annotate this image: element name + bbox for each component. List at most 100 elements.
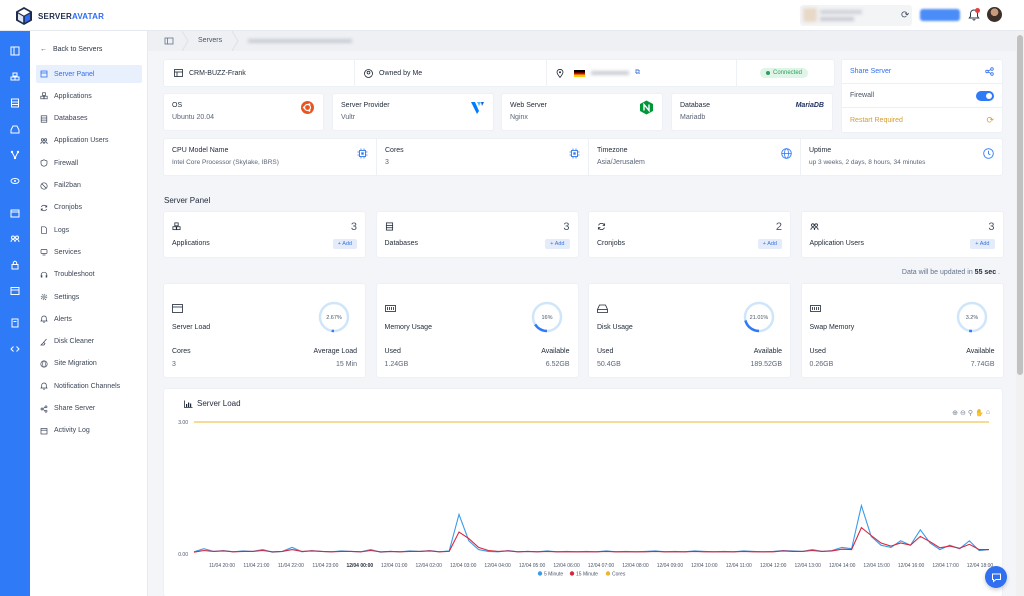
add-button[interactable]: + Add: [970, 239, 995, 249]
x-tick-label: 12/04 12:00: [760, 563, 787, 569]
sidebar-item-applications[interactable]: Applications: [36, 87, 142, 105]
sidebar: ← Back to Servers Server Panel Applicatio…: [30, 31, 148, 596]
sidebar-item-label: Notification Channels: [54, 382, 121, 390]
rail-storage-icon[interactable]: [8, 122, 22, 136]
top-bar: SERVERAVATAR ⟳: [0, 0, 1024, 31]
rail-billing-icon[interactable]: [8, 284, 22, 298]
panel-label: Applications: [172, 240, 210, 247]
ban-icon: [40, 181, 48, 190]
cores-chip-icon: [569, 148, 580, 159]
add-button[interactable]: + Add: [332, 239, 357, 249]
sidebar-toggle-icon[interactable]: [164, 36, 174, 46]
account-switcher[interactable]: [800, 5, 912, 26]
avatar[interactable]: [987, 7, 1002, 22]
breadcrumb-servers[interactable]: Servers: [198, 37, 222, 44]
sidebar-item-application-users[interactable]: Application Users: [36, 132, 142, 150]
metric-title: Swap Memory: [809, 324, 855, 331]
rail-dashboard-icon[interactable]: [8, 44, 22, 58]
panel-card-applications[interactable]: 3 Applications + Add: [164, 212, 365, 257]
panel-card-databases[interactable]: 3 Databases + Add: [376, 212, 578, 257]
cpu-label: CPU Model Name: [172, 147, 229, 154]
sidebar-item-firewall[interactable]: Firewall: [36, 154, 142, 172]
copy-icon[interactable]: ⧉: [635, 69, 640, 77]
sidebar-item-logs[interactable]: Logs: [36, 221, 142, 239]
rail-lock-icon[interactable]: [8, 258, 22, 272]
panel-count: 3: [563, 221, 570, 233]
sidebar-item-fail2ban[interactable]: Fail2ban: [36, 177, 142, 195]
sidebar-item-server-panel[interactable]: Server Panel: [36, 65, 142, 83]
x-tick-label: 11/04 20:00: [209, 563, 235, 569]
rail-apps-icon[interactable]: [8, 70, 22, 84]
sidebar-item-site-migration[interactable]: Site Migration: [36, 355, 142, 373]
firewall-toggle[interactable]: [976, 90, 994, 101]
refresh-icon[interactable]: ⟳: [901, 10, 909, 21]
globe-icon: [781, 148, 792, 159]
panel-label: Databases: [384, 240, 418, 247]
notification-dot: [975, 8, 980, 13]
plan-button[interactable]: [920, 9, 960, 21]
restart-row[interactable]: Restart Required ⟳: [842, 108, 1002, 132]
x-tick-label: 12/04 16:00: [898, 563, 925, 569]
sidebar-item-databases[interactable]: Databases: [36, 110, 142, 128]
server-panel-title: Server Panel: [164, 196, 211, 205]
restart-icon: ⟳: [986, 114, 994, 125]
legend-label: 5 Minute: [544, 572, 563, 578]
metric-percent: 16%: [541, 315, 552, 321]
sidebar-item-troubleshoot[interactable]: Troubleshoot: [36, 266, 142, 284]
sidebar-item-services[interactable]: Services: [36, 243, 142, 261]
add-button[interactable]: + Add: [545, 239, 570, 249]
x-tick-label: 12/04 13:00: [795, 563, 822, 569]
uptime-label: Uptime: [809, 147, 832, 154]
disk-icon: [597, 304, 608, 313]
rail-docs-icon[interactable]: [8, 316, 22, 330]
sidebar-item-label: Alerts: [54, 315, 72, 323]
provider-value: Vultr: [341, 114, 356, 121]
help-chat-button[interactable]: [985, 566, 1007, 588]
back-to-servers-link[interactable]: ← Back to Servers: [40, 46, 102, 53]
panel-card-application-users[interactable]: 3 Application Users + Add: [801, 212, 1003, 257]
sidebar-item-notification-channels[interactable]: Notification Channels: [36, 377, 142, 395]
os-label: OS: [172, 102, 183, 109]
shield-icon: [40, 159, 48, 167]
cpu-value: Intel Core Processor (Skylake, IBRS): [172, 159, 279, 166]
ip-address: [591, 71, 629, 75]
rail-team-icon[interactable]: [8, 232, 22, 246]
gear-icon: [40, 293, 48, 301]
metric-header-row: Cores Average Load: [172, 348, 357, 355]
uptime-cell: Uptime up 3 weeks, 2 days, 8 hours, 34 m…: [800, 139, 1002, 175]
sidebar-item-share-server[interactable]: Share Server: [36, 400, 142, 418]
share-icon: [985, 67, 994, 76]
x-tick-label: 12/04 05:00: [519, 563, 546, 569]
sidebar-item-activity-log[interactable]: Activity Log: [36, 422, 142, 440]
metric-title: Disk Usage: [597, 324, 633, 331]
rail-calendar-icon[interactable]: [8, 206, 22, 220]
legend-marker: [569, 571, 575, 576]
x-tick-label: 11/04 22:00: [278, 563, 304, 569]
rail-network-icon[interactable]: [8, 148, 22, 162]
rail-database-icon[interactable]: [8, 96, 22, 110]
x-tick-label: 12/04 15:00: [863, 563, 890, 569]
hardware-card: CPU Model Name Intel Core Processor (Sky…: [164, 139, 1002, 175]
sidebar-item-settings[interactable]: Settings: [36, 288, 142, 306]
sidebar-item-alerts[interactable]: Alerts: [36, 310, 142, 328]
metric-value-row: 0.26GB 7.74GB: [809, 361, 995, 368]
legend-label: Cores: [612, 572, 626, 578]
page-scrollbar[interactable]: [1016, 31, 1024, 596]
y-tick-label: 0.00: [178, 552, 188, 558]
add-button[interactable]: + Add: [757, 239, 782, 249]
metric-ring: 21.01%: [743, 301, 775, 333]
rail-code-icon[interactable]: [8, 342, 22, 356]
rail-cloud-icon[interactable]: [8, 174, 22, 188]
calendar-icon: [40, 427, 48, 435]
sidebar-item-label: Applications: [54, 92, 92, 100]
sidebar-item-cronjobs[interactable]: Cronjobs: [36, 199, 142, 217]
x-tick-label: 12/04 00:00: [346, 563, 373, 569]
share-server-row[interactable]: Share Server: [842, 60, 1002, 84]
x-tick-label: 12/04 02:00: [416, 563, 443, 569]
logo[interactable]: SERVERAVATAR: [14, 6, 104, 26]
panel-card-cronjobs[interactable]: 2 Cronjobs + Add: [589, 212, 790, 257]
breadcrumb: Servers: [148, 31, 1016, 51]
bell-icon: [40, 315, 48, 323]
sidebar-item-label: Share Server: [54, 405, 96, 412]
sidebar-item-disk-cleaner[interactable]: Disk Cleaner: [36, 333, 142, 351]
